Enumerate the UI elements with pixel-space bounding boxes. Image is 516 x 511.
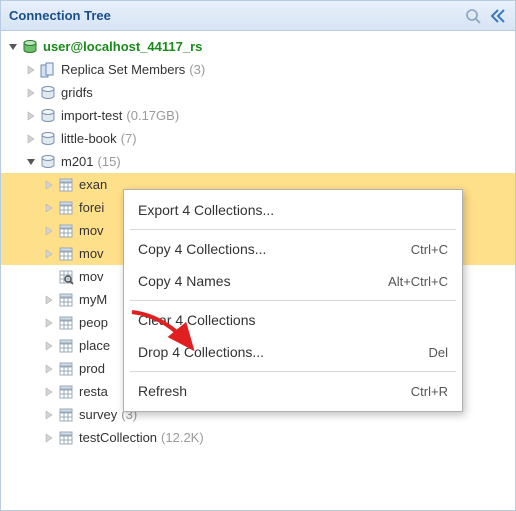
menu-shortcut: Alt+Ctrl+C <box>388 274 448 289</box>
expand-arrow-right-icon[interactable] <box>43 363 55 375</box>
tree-connection-node[interactable]: user@localhost_44117_rs <box>1 35 515 58</box>
tree-node-replica[interactable]: Replica Set Members (3) <box>1 58 515 81</box>
node-label: place <box>79 338 110 353</box>
menu-label: Drop 4 Collections... <box>138 344 428 360</box>
expand-arrow-right-icon[interactable] <box>25 87 37 99</box>
node-count: (0.17GB) <box>126 108 179 123</box>
node-count: (15) <box>98 154 121 169</box>
menu-label: Clear 4 Collections <box>138 312 448 328</box>
expand-arrow-right-icon[interactable] <box>43 294 55 306</box>
menu-refresh[interactable]: Refresh Ctrl+R <box>124 375 462 407</box>
menu-drop-collections[interactable]: Drop 4 Collections... Del <box>124 336 462 368</box>
context-menu: Export 4 Collections... Copy 4 Collectio… <box>123 189 463 412</box>
node-label: exan <box>79 177 107 192</box>
menu-copy-collections[interactable]: Copy 4 Collections... Ctrl+C <box>124 233 462 265</box>
node-count: (7) <box>121 131 137 146</box>
expand-arrow-right-icon[interactable] <box>43 248 55 260</box>
collection-icon <box>57 176 75 194</box>
node-label: resta <box>79 384 108 399</box>
collection-icon <box>57 383 75 401</box>
panel-header: Connection Tree <box>1 1 515 31</box>
node-label: little-book <box>61 131 117 146</box>
menu-separator <box>130 300 456 301</box>
node-label: m201 <box>61 154 94 169</box>
node-count: (3) <box>189 62 205 77</box>
database-icon <box>39 107 57 125</box>
collection-icon <box>57 222 75 240</box>
expand-arrow-right-icon[interactable] <box>43 409 55 421</box>
node-label: Replica Set Members <box>61 62 185 77</box>
menu-separator <box>130 371 456 372</box>
node-label: gridfs <box>61 85 93 100</box>
menu-label: Copy 4 Collections... <box>138 241 411 257</box>
menu-label: Copy 4 Names <box>138 273 388 289</box>
node-label: mov <box>79 246 104 261</box>
menu-clear-collections[interactable]: Clear 4 Collections <box>124 304 462 336</box>
expand-arrow-right-icon[interactable] <box>43 202 55 214</box>
expand-arrow-down-icon[interactable] <box>7 41 19 53</box>
expand-arrow-right-icon[interactable] <box>43 225 55 237</box>
menu-export-collections[interactable]: Export 4 Collections... <box>124 194 462 226</box>
database-icon <box>39 84 57 102</box>
node-label: mov <box>79 269 104 284</box>
collection-icon <box>57 199 75 217</box>
menu-label: Refresh <box>138 383 411 399</box>
collection-icon <box>57 337 75 355</box>
expand-arrow-down-icon[interactable] <box>25 156 37 168</box>
node-label: forei <box>79 200 104 215</box>
expand-arrow-right-icon[interactable] <box>25 64 37 76</box>
menu-shortcut: Del <box>428 345 448 360</box>
collapse-icon[interactable] <box>487 6 507 26</box>
collection-icon <box>57 314 75 332</box>
node-label: peop <box>79 315 108 330</box>
tree-node-importtest[interactable]: import-test (0.17GB) <box>1 104 515 127</box>
connection-label: user@localhost_44117_rs <box>43 39 202 54</box>
tree-node-littlebook[interactable]: little-book (7) <box>1 127 515 150</box>
menu-separator <box>130 229 456 230</box>
menu-shortcut: Ctrl+C <box>411 242 448 257</box>
node-label: import-test <box>61 108 122 123</box>
node-label: survey <box>79 407 117 422</box>
expand-arrow-right-icon[interactable] <box>25 110 37 122</box>
tree-node-m201[interactable]: m201 (15) <box>1 150 515 173</box>
view-icon <box>57 268 75 286</box>
expand-arrow-right-icon[interactable] <box>43 179 55 191</box>
expand-arrow-right-icon[interactable] <box>43 432 55 444</box>
expand-arrow-right-icon[interactable] <box>43 386 55 398</box>
search-icon[interactable] <box>463 6 483 26</box>
menu-shortcut: Ctrl+R <box>411 384 448 399</box>
node-label: myM <box>79 292 107 307</box>
collection-icon <box>57 406 75 424</box>
servers-icon <box>39 61 57 79</box>
panel-title: Connection Tree <box>9 8 459 23</box>
tree-node-gridfs[interactable]: gridfs <box>1 81 515 104</box>
collection-icon <box>57 360 75 378</box>
collection-icon <box>57 245 75 263</box>
collection-icon <box>57 291 75 309</box>
tree-collection-node[interactable]: testCollection (12.2K) <box>1 426 515 449</box>
node-label: mov <box>79 223 104 238</box>
expand-arrow-right-icon[interactable] <box>43 340 55 352</box>
collection-icon <box>57 429 75 447</box>
node-label: prod <box>79 361 105 376</box>
menu-copy-names[interactable]: Copy 4 Names Alt+Ctrl+C <box>124 265 462 297</box>
node-label: testCollection <box>79 430 157 445</box>
menu-label: Export 4 Collections... <box>138 202 448 218</box>
expand-arrow-right-icon[interactable] <box>25 133 37 145</box>
connection-icon <box>21 38 39 56</box>
database-icon <box>39 153 57 171</box>
expand-arrow-blank <box>43 271 55 283</box>
database-icon <box>39 130 57 148</box>
expand-arrow-right-icon[interactable] <box>43 317 55 329</box>
node-count: (12.2K) <box>161 430 204 445</box>
